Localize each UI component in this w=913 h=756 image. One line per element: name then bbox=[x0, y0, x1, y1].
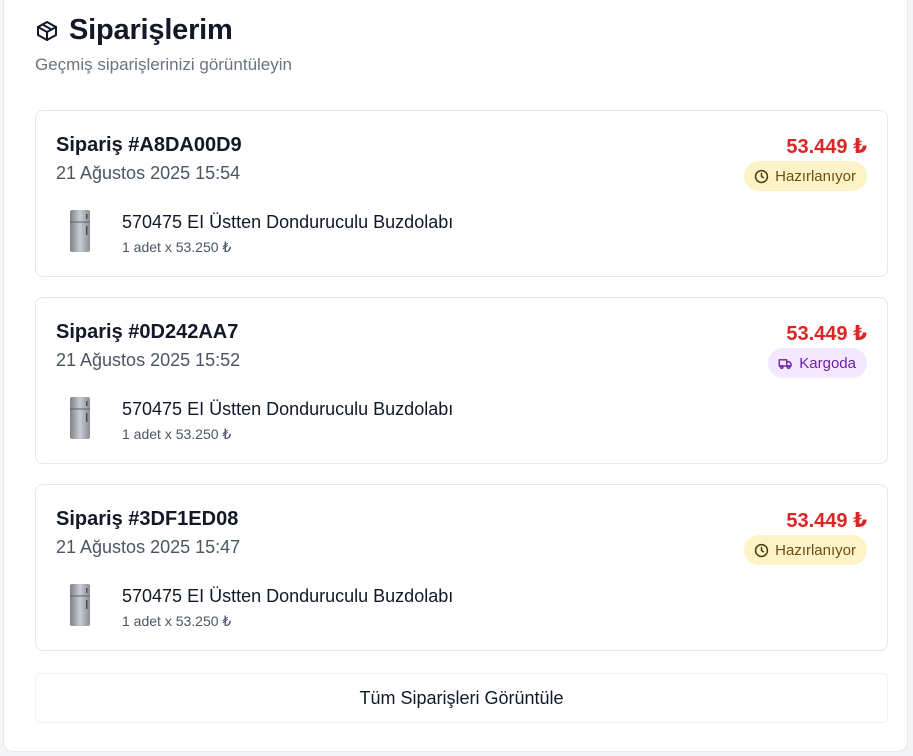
order-total: 53.449 ₺ bbox=[786, 136, 867, 158]
status-label: Kargoda bbox=[799, 354, 856, 372]
truck-icon bbox=[778, 356, 793, 371]
item-quantity-price: 1 adet x 53.250 ₺ bbox=[122, 239, 232, 255]
item-name: 570475 EI Üstten Donduruculu Buzdolabı bbox=[122, 586, 454, 606]
refrigerator-image bbox=[66, 396, 94, 440]
clock-icon bbox=[754, 543, 769, 558]
item-info: 570475 EI Üstten Donduruculu Buzdolabı 1… bbox=[122, 209, 453, 256]
order-item: 570475 EI Üstten Donduruculu Buzdolabı 1… bbox=[66, 396, 453, 443]
page-subtitle: Geçmiş siparişlerinizi görüntüleyin bbox=[35, 55, 292, 74]
package-icon bbox=[35, 19, 59, 43]
status-badge: Kargoda bbox=[768, 348, 867, 378]
order-item: 570475 EI Üstten Donduruculu Buzdolabı 1… bbox=[66, 209, 453, 256]
item-info: 570475 EI Üstten Donduruculu Buzdolabı 1… bbox=[122, 583, 453, 630]
status-badge: Hazırlanıyor bbox=[744, 535, 867, 565]
order-date: 21 Ağustos 2025 15:52 bbox=[56, 350, 241, 370]
refrigerator-image bbox=[66, 583, 94, 627]
item-name: 570475 EI Üstten Donduruculu Buzdolabı bbox=[122, 399, 454, 419]
order-id: Sipariş #0D242AA7 bbox=[56, 321, 239, 343]
item-quantity-price: 1 adet x 53.250 ₺ bbox=[122, 613, 232, 629]
order-total: 53.449 ₺ bbox=[786, 323, 867, 345]
status-badge: Hazırlanıyor bbox=[744, 161, 867, 191]
status-label: Hazırlanıyor bbox=[775, 541, 856, 559]
view-all-orders-button[interactable]: Tüm Siparişleri Görüntüle bbox=[35, 673, 888, 723]
refrigerator-image bbox=[66, 209, 94, 253]
order-card[interactable]: Sipariş #0D242AA7 21 Ağustos 2025 15:52 … bbox=[35, 297, 888, 464]
clock-icon bbox=[754, 169, 769, 184]
status-label: Hazırlanıyor bbox=[775, 167, 856, 185]
orders-header: Siparişlerim Geçmiş siparişlerinizi görü… bbox=[35, 14, 292, 75]
title-row: Siparişlerim bbox=[35, 14, 292, 47]
order-card[interactable]: Sipariş #3DF1ED08 21 Ağustos 2025 15:47 … bbox=[35, 484, 888, 651]
order-item: 570475 EI Üstten Donduruculu Buzdolabı 1… bbox=[66, 583, 453, 630]
order-date: 21 Ağustos 2025 15:47 bbox=[56, 537, 241, 557]
orders-panel: Siparişlerim Geçmiş siparişlerinizi görü… bbox=[3, 0, 908, 752]
item-info: 570475 EI Üstten Donduruculu Buzdolabı 1… bbox=[122, 396, 453, 443]
order-id: Sipariş #3DF1ED08 bbox=[56, 508, 239, 530]
orders-list: Sipariş #A8DA00D9 21 Ağustos 2025 15:54 … bbox=[35, 110, 888, 671]
order-id: Sipariş #A8DA00D9 bbox=[56, 134, 242, 156]
order-card[interactable]: Sipariş #A8DA00D9 21 Ağustos 2025 15:54 … bbox=[35, 110, 888, 277]
order-total: 53.449 ₺ bbox=[786, 510, 867, 532]
page-title: Siparişlerim bbox=[69, 14, 233, 46]
item-name: 570475 EI Üstten Donduruculu Buzdolabı bbox=[122, 212, 454, 232]
order-date: 21 Ağustos 2025 15:54 bbox=[56, 163, 241, 183]
item-quantity-price: 1 adet x 53.250 ₺ bbox=[122, 426, 232, 442]
